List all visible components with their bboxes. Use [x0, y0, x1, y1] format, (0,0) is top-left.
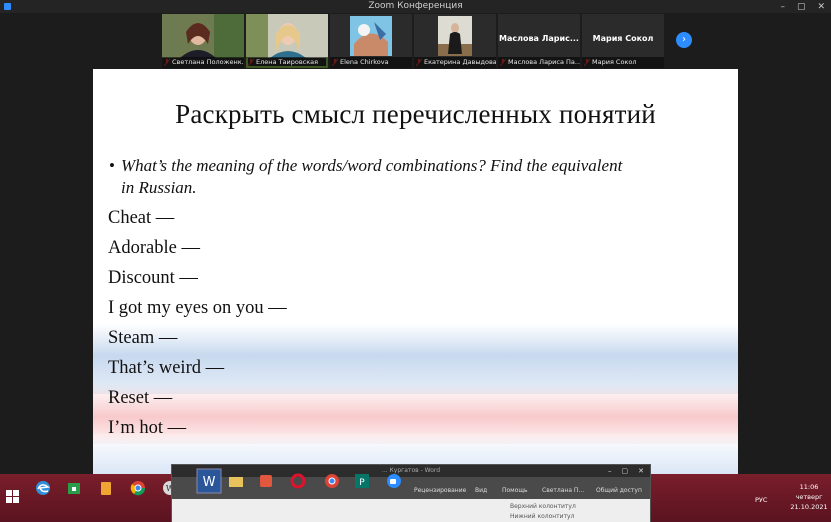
participant-tile-active-speaker[interactable]: Елена Таировская — [246, 14, 328, 68]
participant-name: Мария Сокол — [582, 57, 664, 68]
participant-video — [246, 14, 328, 58]
store-icon[interactable] — [64, 478, 84, 498]
slide-title: Раскрыть смысл перечисленных понятий — [175, 99, 656, 129]
publisher-icon[interactable]: P — [354, 473, 370, 489]
language-indicator[interactable]: РУС — [755, 496, 767, 504]
word-taskbar-icon[interactable]: W — [196, 468, 222, 494]
minimize-icon[interactable]: – — [780, 2, 785, 12]
word-window-preview[interactable]: ... Кургатов - Word – ▢ ✕ Рецензирование… — [171, 464, 651, 522]
vocab-item: Reset — — [108, 388, 173, 408]
vocab-item: That’s weird — — [108, 358, 225, 378]
vocab-item: Adorable — — [108, 238, 200, 258]
participant-name: Елена Таировская — [246, 57, 328, 68]
clock-day: четверг — [795, 493, 823, 501]
file-explorer-icon[interactable] — [96, 478, 116, 498]
app-icon[interactable] — [258, 473, 274, 489]
windows-start-button[interactable] — [6, 490, 20, 504]
participant-video — [414, 14, 496, 58]
participant-name: Маслова Лариса Па... — [498, 57, 580, 68]
participant-tile[interactable]: Мария Сокол Мария Сокол — [582, 14, 664, 68]
participant-tile[interactable]: Elena Chirkova — [330, 14, 412, 68]
chevron-right-icon: › — [682, 34, 686, 45]
participant-tile[interactable]: Екатерина Давыдова — [414, 14, 496, 68]
vocab-item: I got my eyes on you — — [108, 298, 287, 318]
tab-user[interactable]: Светлана П... — [542, 487, 584, 494]
maximize-icon[interactable]: ▢ — [797, 2, 806, 12]
opera-icon[interactable] — [290, 473, 306, 489]
close-icon[interactable]: ✕ — [638, 465, 644, 477]
tab-help[interactable]: Помощь — [502, 487, 528, 494]
close-icon[interactable]: ✕ — [817, 2, 825, 12]
minimize-icon[interactable]: – — [608, 465, 612, 477]
chrome-icon[interactable] — [128, 478, 148, 498]
word-window-controls: – ▢ ✕ — [608, 465, 644, 477]
clock-date: 21.10.2021 — [790, 503, 828, 511]
footer-button[interactable]: Нижний колонтитул — [510, 513, 574, 520]
instruction-line-1: What’s the meaning of the words/word com… — [121, 156, 623, 175]
shared-screen-slide: Раскрыть смысл перечисленных понятий • W… — [93, 69, 738, 477]
vocab-item: Cheat — — [108, 208, 175, 228]
vocab-item: Steam — — [108, 328, 178, 348]
participant-name: Светлана Положенк... — [162, 57, 244, 68]
svg-text:P: P — [359, 478, 365, 488]
title-bar: Zoom Конференция – ▢ ✕ — [0, 0, 831, 13]
clock[interactable]: 11:06 четверг 21.10.2021 — [789, 482, 829, 512]
next-participants-button[interactable]: › — [676, 32, 692, 48]
chrome-icon[interactable] — [322, 471, 342, 491]
svg-text:W: W — [203, 475, 216, 490]
bullet-dot: • — [109, 156, 115, 175]
instruction-line-2: in Russian. — [121, 178, 197, 197]
slide-instruction: • What’s the meaning of the words/word c… — [109, 155, 709, 199]
edge-icon[interactable] — [33, 478, 53, 498]
vocab-item: Discount — — [108, 268, 198, 288]
tab-review[interactable]: Рецензирование — [414, 487, 466, 494]
participant-tile[interactable]: Маслова Ларис... Маслова Лариса Па... — [498, 14, 580, 68]
participant-tile[interactable]: Светлана Положенк... — [162, 14, 244, 68]
zoom-icon[interactable] — [386, 473, 402, 489]
window-title: Zoom Конференция — [368, 1, 463, 11]
slide-content: Раскрыть смысл перечисленных понятий • W… — [93, 69, 738, 477]
zoom-window: Zoom Конференция – ▢ ✕ Светлана Положенк… — [0, 0, 831, 522]
header-button[interactable]: Верхний колонтитул — [510, 503, 576, 510]
participant-video — [330, 14, 412, 58]
participant-name: Elena Chirkova — [330, 57, 412, 68]
maximize-icon[interactable]: ▢ — [622, 465, 629, 477]
participant-strip: Светлана Положенк... Елена Таировская El… — [162, 14, 664, 68]
window-controls: – ▢ ✕ — [780, 0, 825, 13]
participant-display-name: Маслова Ларис... — [499, 34, 579, 43]
folder-icon[interactable] — [228, 473, 244, 489]
participant-display-name: Мария Сокол — [592, 34, 654, 43]
clock-time: 11:06 — [799, 483, 819, 491]
system-tray: РУС 11:06 четверг 21.10.2021 — [721, 474, 831, 522]
tab-view[interactable]: Вид — [475, 487, 487, 494]
share-button[interactable]: Общий доступ — [596, 487, 642, 494]
participant-video — [162, 14, 244, 58]
participant-name: Екатерина Давыдова — [414, 57, 496, 68]
vocab-item: I’m hot — — [108, 418, 187, 438]
word-ribbon-commands: Верхний колонтитул Нижний колонтитул — [172, 499, 650, 522]
